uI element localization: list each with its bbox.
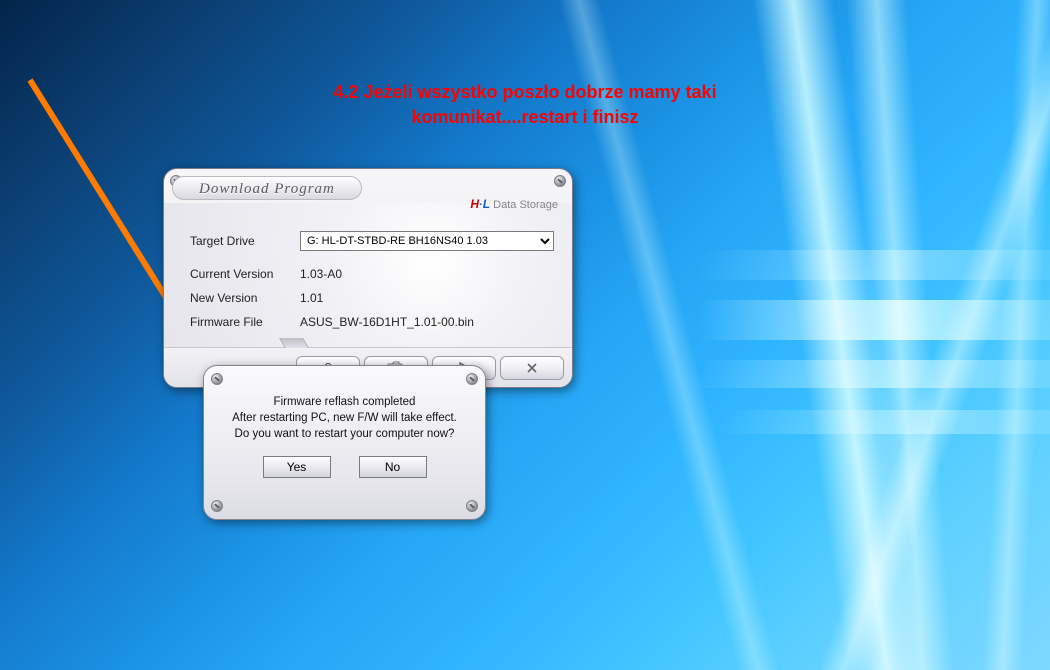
toolbar-notch <box>279 338 309 348</box>
close-icon <box>525 361 539 375</box>
screw-decoration <box>466 373 478 385</box>
restart-confirmation-dialog: Firmware reflash completed After restart… <box>203 365 486 520</box>
close-button[interactable] <box>500 356 564 380</box>
firmware-file-value: ASUS_BW-16D1HT_1.01-00.bin <box>300 315 474 329</box>
screw-decoration <box>211 373 223 385</box>
annotation-line1: 4.2 Jeżeli wszystko poszło dobrze mamy t… <box>175 80 875 105</box>
window-title: Download Program <box>172 176 362 200</box>
branding-label: H·L Data Storage <box>470 197 558 211</box>
screw-decoration <box>466 500 478 512</box>
screw-decoration <box>211 500 223 512</box>
new-version-value: 1.01 <box>300 291 323 305</box>
current-version-value: 1.03-A0 <box>300 267 342 281</box>
dialog-line1: Firmware reflash completed <box>216 394 473 410</box>
firmware-downloader-window: Download Program H·L Data Storage Target… <box>163 168 573 388</box>
desktop-background: 4.2 Jeżeli wszystko poszło dobrze mamy t… <box>0 0 1050 670</box>
yes-button[interactable]: Yes <box>263 456 331 478</box>
dialog-line3: Do you want to restart your computer now… <box>216 426 473 442</box>
new-version-label: New Version <box>190 291 300 305</box>
target-drive-select[interactable]: G: HL-DT-STBD-RE BH16NS40 1.03 <box>300 231 554 251</box>
current-version-label: Current Version <box>190 267 300 281</box>
annotation-line2: komunikat....restart i finisz <box>175 105 875 130</box>
target-drive-label: Target Drive <box>190 234 300 248</box>
firmware-file-label: Firmware File <box>190 315 300 329</box>
dialog-message: Firmware reflash completed After restart… <box>204 366 485 488</box>
annotation-overlay: 4.2 Jeżeli wszystko poszło dobrze mamy t… <box>175 80 875 130</box>
no-button[interactable]: No <box>359 456 427 478</box>
window-body: Target Drive G: HL-DT-STBD-RE BH16NS40 1… <box>164 203 572 347</box>
dialog-line2: After restarting PC, new F/W will take e… <box>216 410 473 426</box>
